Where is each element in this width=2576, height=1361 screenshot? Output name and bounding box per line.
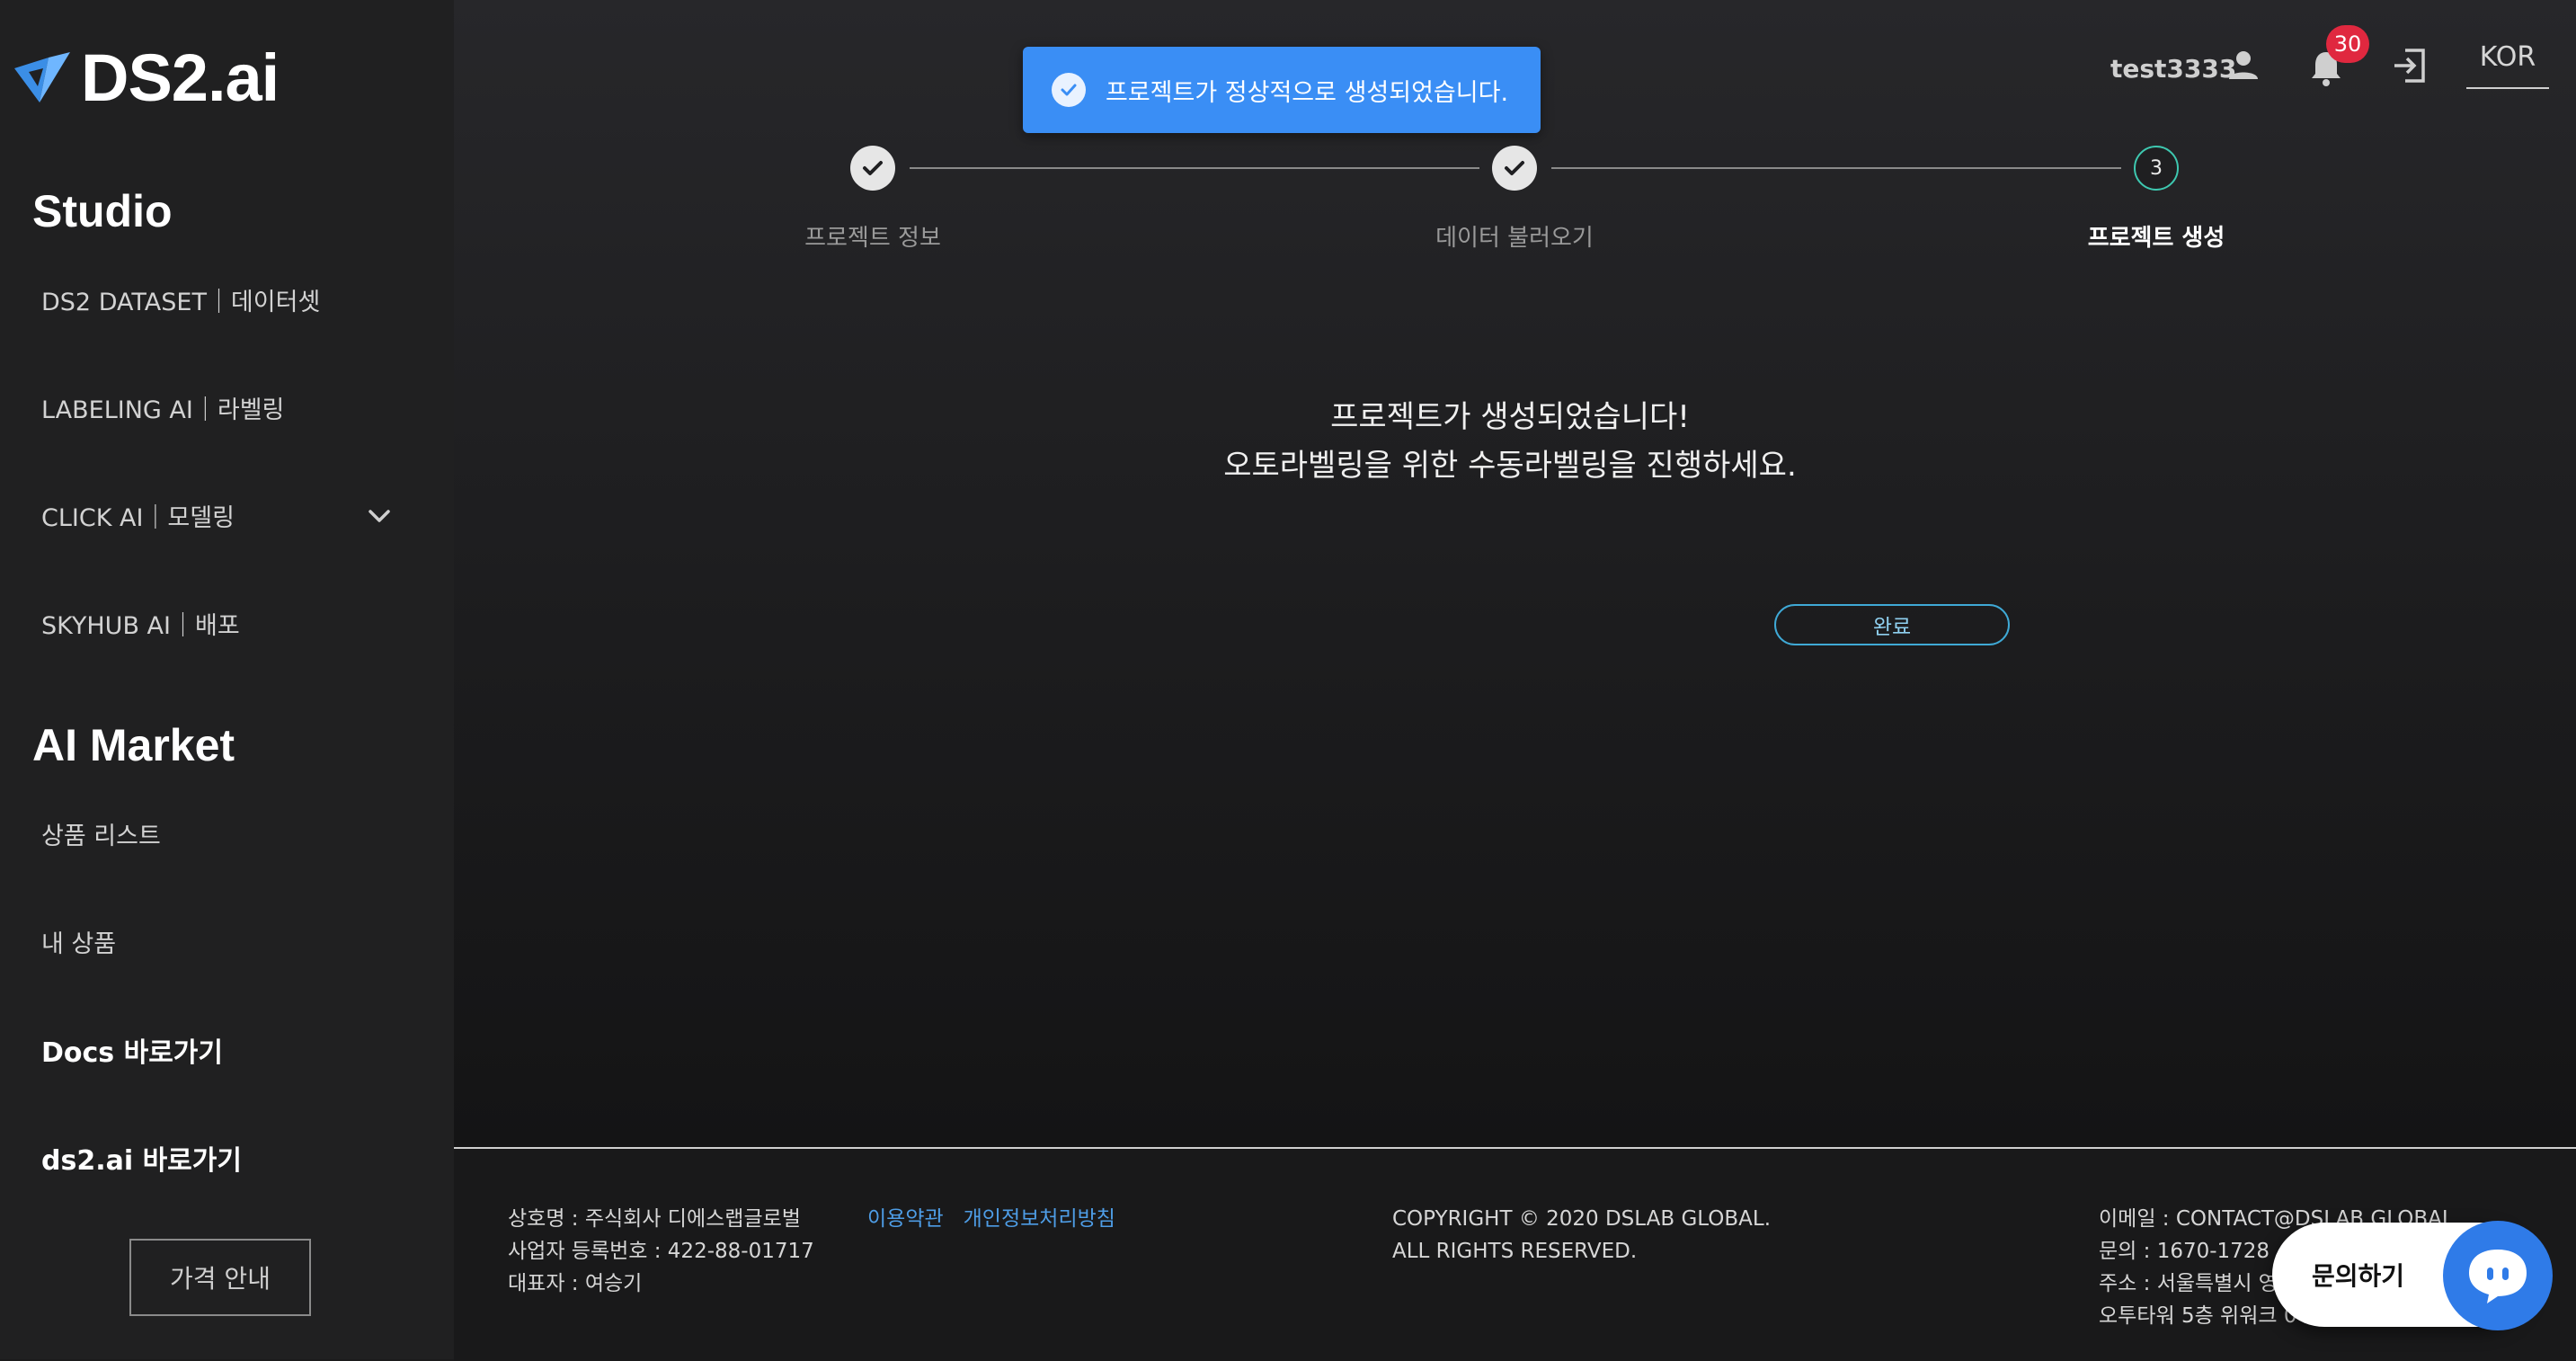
step-3-current: 3 bbox=[2134, 146, 2179, 191]
company-info: 상호명 : 주식회사 디에스랩글로벌 사업자 등록번호 : 422-88-017… bbox=[508, 1203, 814, 1300]
logo[interactable]: DS2.ai bbox=[13, 40, 280, 116]
sidebar-item-dataset[interactable]: DS2 DATASET｜데이터셋 bbox=[41, 282, 320, 317]
terms-link[interactable]: 이용약관 bbox=[867, 1207, 944, 1231]
sidebar-item-my-products[interactable]: 내 상품 bbox=[41, 924, 116, 959]
step-connector bbox=[1551, 167, 2121, 169]
sidebar-item-skyhub[interactable]: SKYHUB AI｜배포 bbox=[41, 606, 240, 641]
step-3-label: 프로젝트 생성 bbox=[2087, 225, 2225, 252]
step-connector bbox=[910, 167, 1479, 169]
language-selector[interactable]: KOR bbox=[2466, 41, 2549, 89]
footer-links: 이용약관 개인정보처리방침 bbox=[867, 1203, 1135, 1235]
success-message-line2: 오토라벨링을 위한 수동라벨링을 진행하세요. bbox=[1223, 448, 1797, 484]
step-2-done-icon bbox=[1492, 146, 1537, 191]
logo-text: DS2.ai bbox=[81, 40, 280, 115]
ds2-logo-icon bbox=[14, 51, 70, 102]
sidebar: DS2.ai Studio DS2 DATASET｜데이터셋 LABELING … bbox=[0, 0, 455, 1359]
ceo-name: 대표자 : 여승기 bbox=[508, 1272, 643, 1295]
docs-link[interactable]: Docs 바로가기 bbox=[41, 1030, 223, 1070]
logout-icon[interactable] bbox=[2389, 45, 2430, 86]
privacy-link[interactable]: 개인정보처리방침 bbox=[964, 1207, 1115, 1231]
success-message-line1: 프로젝트가 생성되었습니다! bbox=[1330, 399, 1690, 435]
footer: 상호명 : 주식회사 디에스랩글로벌 사업자 등록번호 : 422-88-017… bbox=[454, 1147, 2576, 1361]
user-icon[interactable] bbox=[2225, 47, 2261, 83]
complete-button[interactable]: 완료 bbox=[1774, 604, 2010, 645]
step-1-done-icon bbox=[850, 146, 895, 191]
step-1-label: 프로젝트 정보 bbox=[804, 225, 941, 252]
chevron-down-icon[interactable] bbox=[363, 500, 395, 532]
ds2ai-link[interactable]: ds2.ai 바로가기 bbox=[41, 1138, 242, 1178]
pricing-button[interactable]: 가격 안내 bbox=[129, 1239, 311, 1316]
studio-title: Studio bbox=[32, 186, 173, 236]
business-number: 사업자 등록번호 : 422-88-01717 bbox=[508, 1240, 814, 1263]
sidebar-item-labeling[interactable]: LABELING AI｜라벨링 bbox=[41, 390, 284, 425]
success-toast: 프로젝트가 정상적으로 생성되었습니다. bbox=[1023, 47, 1541, 133]
copyright: COPYRIGHT © 2020 DSLAB GLOBAL. ALL RIGHT… bbox=[1392, 1203, 1771, 1268]
ai-market-title: AI Market bbox=[32, 720, 235, 770]
check-circle-icon bbox=[1052, 73, 1086, 107]
company-name: 상호명 : 주식회사 디에스랩글로벌 bbox=[508, 1207, 801, 1231]
copyright-line2: ALL RIGHTS RESERVED. bbox=[1392, 1240, 1638, 1263]
notification-badge: 30 bbox=[2326, 25, 2369, 63]
step-2-label: 데이터 불러오기 bbox=[1435, 225, 1594, 252]
chat-label: 문의하기 bbox=[2312, 1261, 2405, 1291]
copyright-line1: COPYRIGHT © 2020 DSLAB GLOBAL. bbox=[1392, 1207, 1772, 1231]
sidebar-item-product-list[interactable]: 상품 리스트 bbox=[41, 816, 161, 851]
toast-message: 프로젝트가 정상적으로 생성되었습니다. bbox=[1106, 78, 1509, 107]
chat-bubble-icon[interactable] bbox=[2443, 1221, 2553, 1330]
sidebar-item-click-ai[interactable]: CLICK AI｜모델링 bbox=[41, 498, 235, 533]
username[interactable]: test3333 bbox=[2110, 54, 2236, 84]
